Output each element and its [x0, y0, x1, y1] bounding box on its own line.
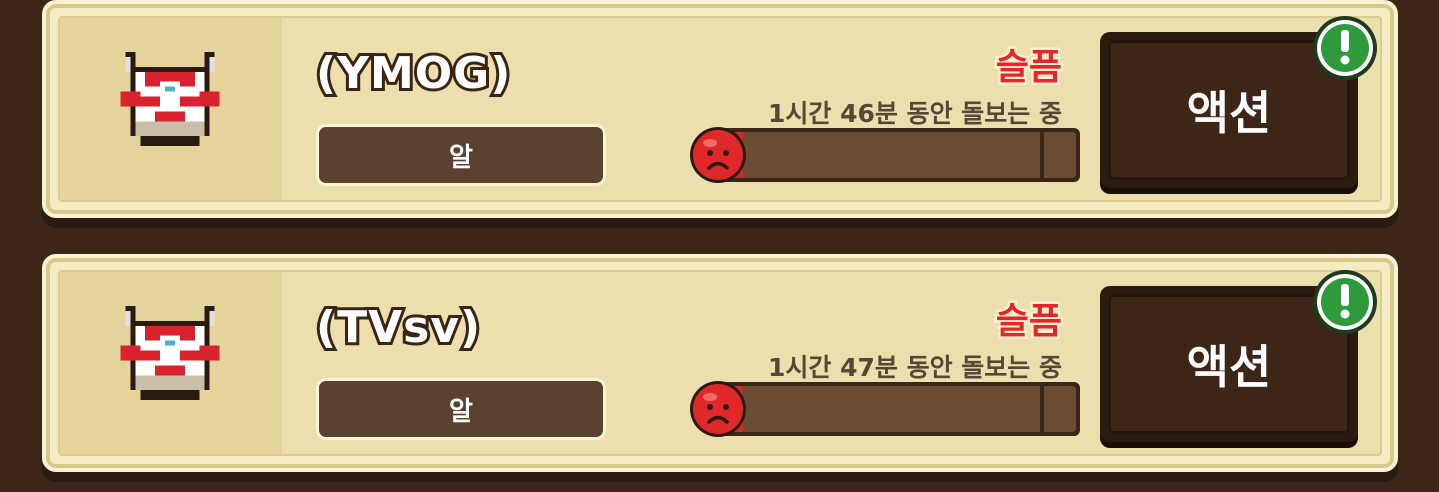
pet-card-inner: (YMOG) 알 슬픔 1시간 46분 동안 돌보는 중 액션	[58, 16, 1382, 202]
pet-egg-icon	[120, 52, 220, 147]
pet-card: (TVsv) 알 슬픔 1시간 47분 동안 돌보는 중 액션	[42, 254, 1398, 482]
mood-progress-divider	[1040, 386, 1044, 432]
mood-progress-divider	[1040, 132, 1044, 178]
pet-icon-panel	[60, 272, 282, 454]
care-time-text: 1시간 47분 동안 돌보는 중	[767, 353, 1062, 382]
pet-stage-badge: 알	[316, 124, 606, 186]
pet-stage-badge: 알	[316, 378, 606, 440]
mood-progress-track	[714, 386, 1076, 432]
mood-label: 슬픔	[993, 45, 1064, 91]
mood-progress-track	[714, 132, 1076, 178]
mood-label: 슬픔	[993, 299, 1064, 345]
pet-card-inner: (TVsv) 알 슬픔 1시간 47분 동안 돌보는 중 액션	[58, 270, 1382, 456]
exclamation-badge-icon[interactable]	[1311, 268, 1379, 336]
pet-name: (TVsv)	[313, 299, 483, 356]
exclamation-badge-icon[interactable]	[1311, 14, 1379, 82]
pet-egg-icon	[120, 306, 220, 401]
care-time-text: 1시간 46분 동안 돌보는 중	[767, 99, 1062, 128]
mood-progress-bar	[710, 128, 1080, 182]
pet-name: (YMOG)	[313, 45, 513, 102]
pet-icon-panel	[60, 18, 282, 200]
mood-progress-bar	[710, 382, 1080, 436]
sad-face-icon	[690, 381, 746, 437]
pet-card-face: (YMOG) 알 슬픔 1시간 46분 동안 돌보는 중 액션	[42, 0, 1398, 218]
sad-face-icon	[690, 127, 746, 183]
pet-card: (YMOG) 알 슬픔 1시간 46분 동안 돌보는 중 액션	[42, 0, 1398, 228]
pet-card-face: (TVsv) 알 슬픔 1시간 47분 동안 돌보는 중 액션	[42, 254, 1398, 472]
